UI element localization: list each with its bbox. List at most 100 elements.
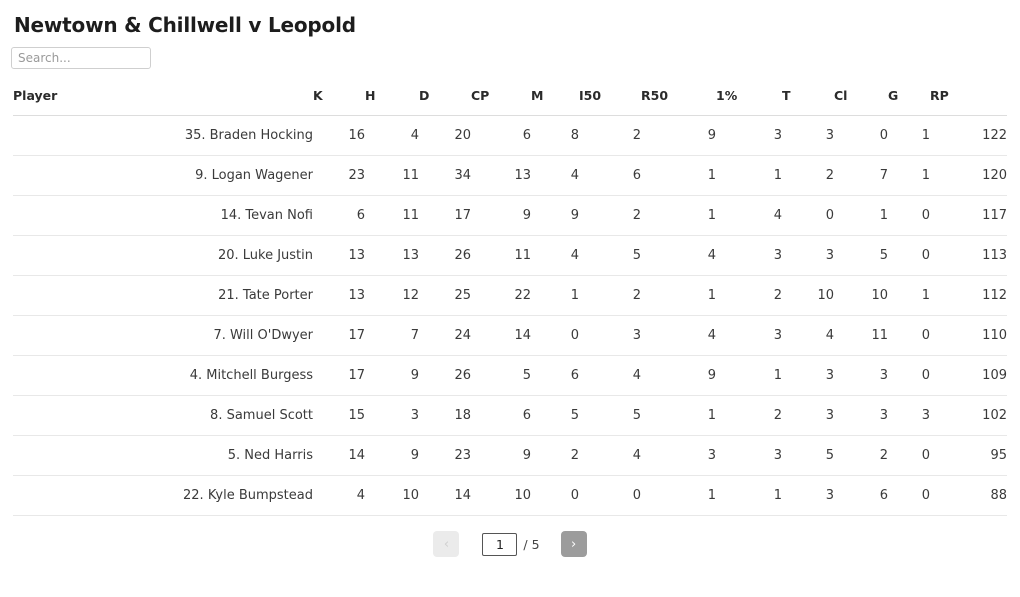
search-input[interactable] bbox=[11, 47, 151, 69]
table-row[interactable]: 35. Braden Hocking 16 4 20 6 8 2 9 3 3 0 1 122 bbox=[13, 115, 1007, 156]
cell-i50: 3 bbox=[579, 315, 641, 356]
column-header-d[interactable]: D bbox=[419, 88, 471, 116]
column-header-h[interactable]: H bbox=[365, 88, 419, 116]
column-header-one-percent[interactable]: 1% bbox=[716, 88, 782, 116]
table-row[interactable]: 14. Tevan Nofi 6 11 17 9 9 2 1 4 0 1 0 117 bbox=[13, 195, 1007, 236]
next-page-button[interactable]: › bbox=[560, 531, 587, 557]
cell-g: 1 bbox=[888, 275, 930, 316]
cell-r50: 1 bbox=[641, 395, 716, 436]
cell-r50: 4 bbox=[641, 315, 716, 356]
page-container: Newtown & Chillwell v Leopold Player K H… bbox=[0, 0, 1020, 597]
cell-g: 0 bbox=[888, 195, 930, 236]
cell-m: 5 bbox=[531, 395, 579, 436]
cell-rp: 112 bbox=[930, 275, 1007, 316]
cell-m: 0 bbox=[531, 315, 579, 356]
cell-k: 23 bbox=[313, 155, 365, 196]
cell-t: 3 bbox=[782, 235, 834, 276]
cell-t: 3 bbox=[782, 355, 834, 396]
cell-g: 0 bbox=[888, 435, 930, 476]
previous-page-button[interactable]: ‹ bbox=[433, 531, 460, 557]
cell-cl: 10 bbox=[834, 275, 888, 316]
cell-onepct: 3 bbox=[716, 435, 782, 476]
cell-t: 3 bbox=[782, 115, 834, 156]
cell-k: 15 bbox=[313, 395, 365, 436]
cell-r50: 1 bbox=[641, 475, 716, 516]
cell-i50: 2 bbox=[579, 115, 641, 156]
page-number-input[interactable] bbox=[482, 532, 518, 556]
cell-rp: 110 bbox=[930, 315, 1007, 356]
cell-m: 8 bbox=[531, 115, 579, 156]
cell-g: 0 bbox=[888, 355, 930, 396]
cell-r50: 1 bbox=[641, 275, 716, 316]
column-header-m[interactable]: M bbox=[531, 88, 579, 116]
column-header-g[interactable]: G bbox=[888, 88, 930, 116]
cell-g: 1 bbox=[888, 155, 930, 196]
cell-onepct: 3 bbox=[716, 115, 782, 156]
cell-rp: 122 bbox=[930, 115, 1007, 156]
cell-player-name: 4. Mitchell Burgess bbox=[13, 355, 313, 396]
cell-g: 0 bbox=[888, 475, 930, 516]
table-row[interactable]: 22. Kyle Bumpstead 4 10 14 10 0 0 1 1 3 6 0 88 bbox=[13, 475, 1007, 516]
column-header-cp[interactable]: CP bbox=[471, 88, 531, 116]
column-header-rp[interactable]: RP bbox=[930, 88, 1007, 116]
cell-h: 11 bbox=[365, 195, 419, 236]
cell-d: 26 bbox=[419, 235, 471, 276]
cell-cl: 6 bbox=[834, 475, 888, 516]
cell-m: 2 bbox=[531, 435, 579, 476]
cell-t: 2 bbox=[782, 155, 834, 196]
cell-k: 13 bbox=[313, 235, 365, 276]
cell-t: 3 bbox=[782, 475, 834, 516]
cell-r50: 3 bbox=[641, 435, 716, 476]
table-row[interactable]: 7. Will O'Dwyer 17 7 24 14 0 3 4 3 4 11 0 110 bbox=[13, 315, 1007, 356]
cell-cp: 5 bbox=[471, 355, 531, 396]
cell-i50: 6 bbox=[579, 155, 641, 196]
column-header-i50[interactable]: I50 bbox=[579, 88, 641, 116]
column-header-k[interactable]: K bbox=[313, 88, 365, 116]
table-row[interactable]: 4. Mitchell Burgess 17 9 26 5 6 4 9 1 3 3 0 109 bbox=[13, 355, 1007, 396]
cell-k: 4 bbox=[313, 475, 365, 516]
cell-g: 3 bbox=[888, 395, 930, 436]
cell-d: 26 bbox=[419, 355, 471, 396]
cell-r50: 9 bbox=[641, 355, 716, 396]
cell-r50: 9 bbox=[641, 115, 716, 156]
cell-cl: 7 bbox=[834, 155, 888, 196]
cell-onepct: 1 bbox=[716, 355, 782, 396]
cell-cl: 11 bbox=[834, 315, 888, 356]
cell-d: 14 bbox=[419, 475, 471, 516]
cell-k: 17 bbox=[313, 355, 365, 396]
pagination: ‹ / 5 › bbox=[0, 531, 1020, 557]
column-header-r50[interactable]: R50 bbox=[641, 88, 716, 116]
cell-g: 1 bbox=[888, 115, 930, 156]
table-header-row: Player K H D CP M I50 R50 1% T Cl G RP bbox=[13, 88, 1007, 116]
cell-d: 25 bbox=[419, 275, 471, 316]
table-row[interactable]: 21. Tate Porter 13 12 25 22 1 2 1 2 10 10 1 112 bbox=[13, 275, 1007, 316]
cell-k: 6 bbox=[313, 195, 365, 236]
cell-player-name: 7. Will O'Dwyer bbox=[13, 315, 313, 356]
cell-onepct: 2 bbox=[716, 395, 782, 436]
cell-player-name: 9. Logan Wagener bbox=[13, 155, 313, 196]
cell-m: 1 bbox=[531, 275, 579, 316]
cell-k: 16 bbox=[313, 115, 365, 156]
table-row[interactable]: 20. Luke Justin 13 13 26 11 4 5 4 3 3 5 0 113 bbox=[13, 235, 1007, 276]
cell-i50: 2 bbox=[579, 275, 641, 316]
cell-g: 0 bbox=[888, 235, 930, 276]
cell-m: 0 bbox=[531, 475, 579, 516]
table-row[interactable]: 8. Samuel Scott 15 3 18 6 5 5 1 2 3 3 3 102 bbox=[13, 395, 1007, 436]
cell-k: 13 bbox=[313, 275, 365, 316]
column-header-t[interactable]: T bbox=[782, 88, 834, 116]
table-row[interactable]: 9. Logan Wagener 23 11 34 13 4 6 1 1 2 7 1 120 bbox=[13, 155, 1007, 196]
cell-rp: 95 bbox=[930, 435, 1007, 476]
cell-cl: 3 bbox=[834, 395, 888, 436]
cell-onepct: 1 bbox=[716, 155, 782, 196]
column-header-cl[interactable]: Cl bbox=[834, 88, 888, 116]
cell-t: 0 bbox=[782, 195, 834, 236]
cell-cl: 2 bbox=[834, 435, 888, 476]
cell-rp: 113 bbox=[930, 235, 1007, 276]
table-row[interactable]: 5. Ned Harris 14 9 23 9 2 4 3 3 5 2 0 95 bbox=[13, 435, 1007, 476]
cell-player-name: 35. Braden Hocking bbox=[13, 115, 313, 156]
cell-t: 3 bbox=[782, 395, 834, 436]
cell-cl: 0 bbox=[834, 115, 888, 156]
column-header-player[interactable]: Player bbox=[13, 88, 313, 116]
cell-m: 4 bbox=[531, 155, 579, 196]
cell-d: 20 bbox=[419, 115, 471, 156]
